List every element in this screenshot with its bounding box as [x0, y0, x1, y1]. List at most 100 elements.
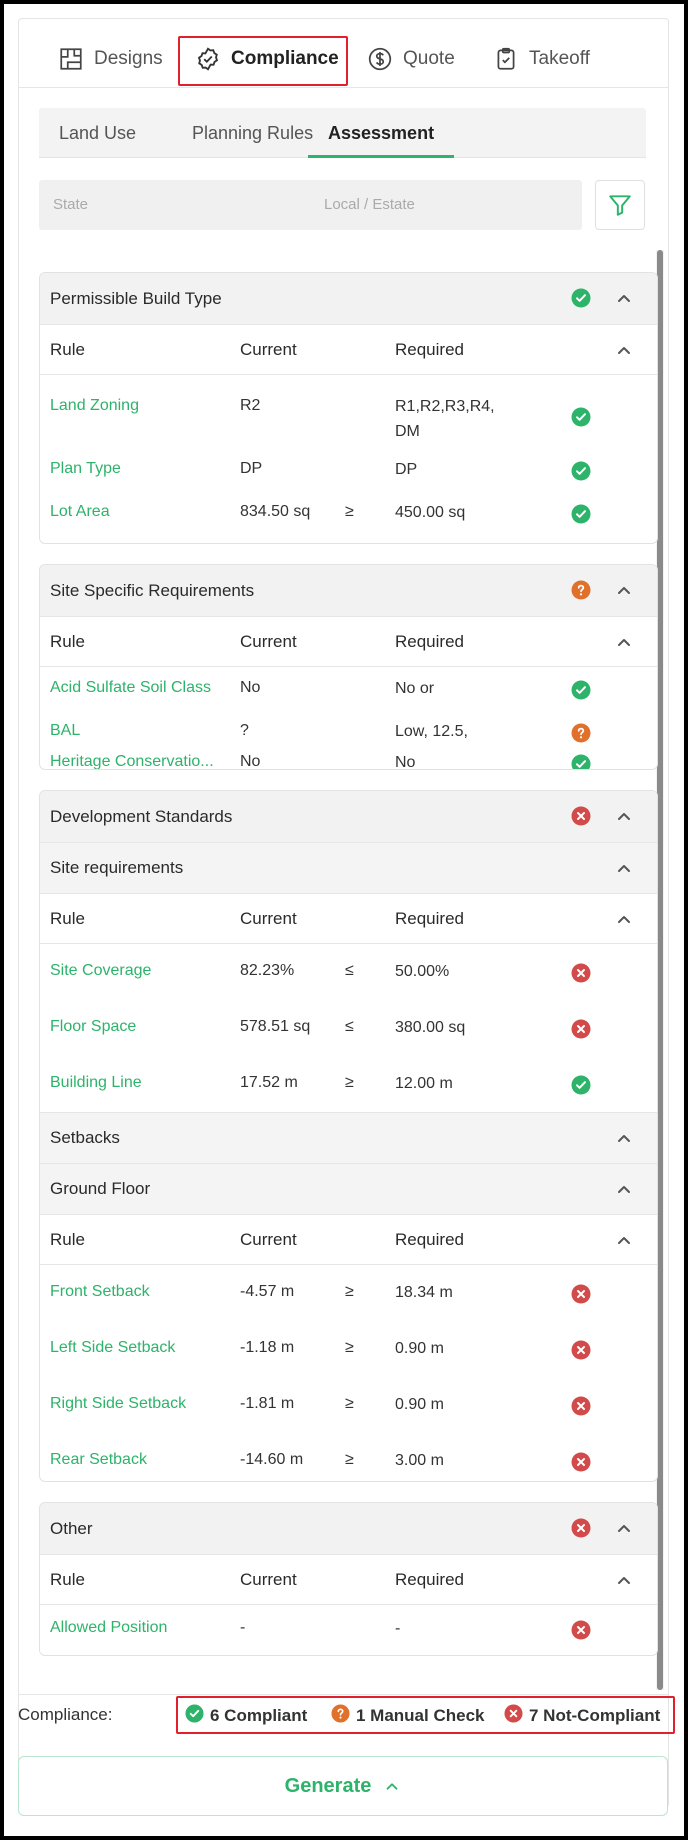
col-current: Current [240, 339, 297, 359]
check-circle-icon [185, 1704, 204, 1728]
rule-name-link[interactable]: Front Setback [50, 1283, 240, 1301]
manual-check-count: 1 Manual Check [331, 1704, 485, 1728]
rule-name-link[interactable]: Acid Sulfate Soil Class [50, 679, 240, 697]
tab-designs[interactable]: Designs [58, 32, 163, 86]
chevron-up-icon[interactable] [614, 909, 634, 929]
generate-label: Generate [284, 1774, 372, 1797]
filter-button[interactable] [595, 180, 645, 230]
rule-name-link[interactable]: Rear Setback [50, 1451, 240, 1469]
required-value: No [395, 754, 416, 770]
tab-compliance[interactable]: Compliance [195, 32, 339, 86]
tab-assessment[interactable]: Assessment [308, 108, 455, 158]
rule-name-link[interactable]: Allowed Position [50, 1619, 240, 1637]
rule-name-link[interactable]: BAL [50, 722, 240, 740]
rule-name-link[interactable]: Heritage Conservatio... [50, 753, 240, 769]
top-tab-bar: Designs Compliance Quote Takeoff [18, 32, 669, 88]
required-value: - [395, 1620, 401, 1637]
rule-name-link[interactable]: Site Coverage [50, 962, 240, 980]
sub-tab-bar: Land Use Planning Rules Assessment [39, 108, 646, 158]
generate-button[interactable]: Generate [18, 1756, 668, 1816]
column-header-row: Rule Current Required [40, 1554, 657, 1605]
setbacks-header[interactable]: Setbacks [40, 1112, 657, 1163]
required-value: 3.00 m [395, 1452, 444, 1469]
comparison-operator: ≥ [345, 503, 354, 520]
floorplan-icon [60, 48, 82, 70]
current-value: 82.23% [240, 962, 295, 979]
section-title: Development Standards [50, 806, 233, 826]
comparison-operator: ≤ [345, 1018, 354, 1035]
rule-name-link[interactable]: Left Side Setback [50, 1339, 240, 1357]
rule-name-link[interactable]: Building Line [50, 1074, 240, 1092]
dollar-icon [368, 47, 392, 71]
section-header[interactable]: Development Standards [40, 791, 657, 842]
tab-takeoff[interactable]: Takeoff [493, 32, 590, 86]
chevron-up-icon[interactable] [614, 580, 634, 600]
x-circle-icon [571, 1019, 591, 1039]
ground-floor-header[interactable]: Ground Floor [40, 1163, 657, 1214]
site-requirements-header[interactable]: Site requirements [40, 842, 657, 893]
current-value: R2 [240, 397, 261, 414]
section-title: Site Specific Requirements [50, 580, 255, 600]
column-header-row: Rule Current Required [40, 893, 657, 944]
comparison-operator: ≥ [345, 1283, 354, 1300]
section-header[interactable]: Other [40, 1503, 657, 1554]
x-circle-icon [571, 1284, 591, 1304]
required-value: 18.34 m [395, 1284, 453, 1301]
assessment-scroll-area: Permissible Build Type Rule Current Requ… [19, 252, 668, 1692]
current-value: DP [240, 460, 263, 477]
col-required: Required [395, 1230, 464, 1249]
local-estate-select[interactable]: Local / Estate [324, 196, 415, 213]
tab-quote-label: Quote [403, 48, 455, 69]
x-circle-icon [571, 1340, 591, 1360]
chevron-up-icon[interactable] [614, 1128, 634, 1148]
compliant-count-label: 6 Compliant [210, 1706, 308, 1725]
chevron-up-icon [383, 1777, 401, 1795]
rule-name-link[interactable]: Land Zoning [50, 397, 240, 415]
tab-land-use[interactable]: Land Use [39, 108, 156, 158]
chevron-up-icon[interactable] [614, 1230, 634, 1250]
tab-compliance-label: Compliance [231, 48, 339, 69]
chevron-up-icon[interactable] [614, 806, 634, 826]
rule-name-link[interactable]: Floor Space [50, 1018, 240, 1036]
check-circle-icon [571, 461, 591, 481]
required-value: 0.90 m [395, 1396, 444, 1413]
col-rule: Rule [50, 1569, 85, 1589]
section-header[interactable]: Site Specific Requirements [40, 565, 657, 616]
column-header-row: Rule Current Required [40, 324, 657, 375]
x-circle-icon [571, 1518, 591, 1538]
tab-takeoff-label: Takeoff [529, 48, 590, 69]
section-header[interactable]: Permissible Build Type [40, 273, 657, 324]
required-value: 380.00 sq [395, 1019, 466, 1036]
rule-name-link[interactable]: Right Side Setback [50, 1395, 240, 1413]
rule-name-link[interactable]: Lot Area [50, 503, 240, 521]
comparison-operator: ≤ [345, 962, 354, 979]
chevron-up-icon[interactable] [614, 1570, 634, 1590]
section-title: Other [50, 1518, 93, 1538]
check-circle-icon [571, 288, 591, 308]
chevron-up-icon[interactable] [614, 632, 634, 652]
question-circle-icon [331, 1704, 350, 1728]
chevron-up-icon[interactable] [614, 288, 634, 308]
col-rule: Rule [50, 339, 85, 359]
current-value: No [240, 679, 261, 696]
check-circle-icon [571, 504, 591, 524]
location-filter-bar[interactable]: State Local / Estate [39, 180, 582, 230]
current-value: -1.81 m [240, 1395, 295, 1412]
chevron-up-icon[interactable] [614, 340, 634, 360]
x-circle-icon [571, 1452, 591, 1472]
chevron-up-icon[interactable] [614, 858, 634, 878]
clipboard-check-icon [497, 47, 515, 70]
required-value: DP [395, 461, 418, 478]
tab-quote[interactable]: Quote [367, 32, 455, 86]
rule-rows: Acid Sulfate Soil Class No No or BAL? Low, 1… [40, 667, 657, 770]
chevron-up-icon[interactable] [614, 1518, 634, 1538]
rule-name-link[interactable]: Plan Type [50, 460, 240, 478]
state-select[interactable]: State [53, 196, 88, 213]
current-value: -4.57 m [240, 1283, 295, 1300]
chevron-up-icon[interactable] [614, 1179, 634, 1199]
filter-icon [609, 195, 631, 216]
x-circle-icon [571, 1620, 591, 1640]
manual-check-count-label: 1 Manual Check [356, 1706, 485, 1725]
required-value: No or [395, 680, 435, 697]
tab-designs-label: Designs [94, 48, 163, 69]
